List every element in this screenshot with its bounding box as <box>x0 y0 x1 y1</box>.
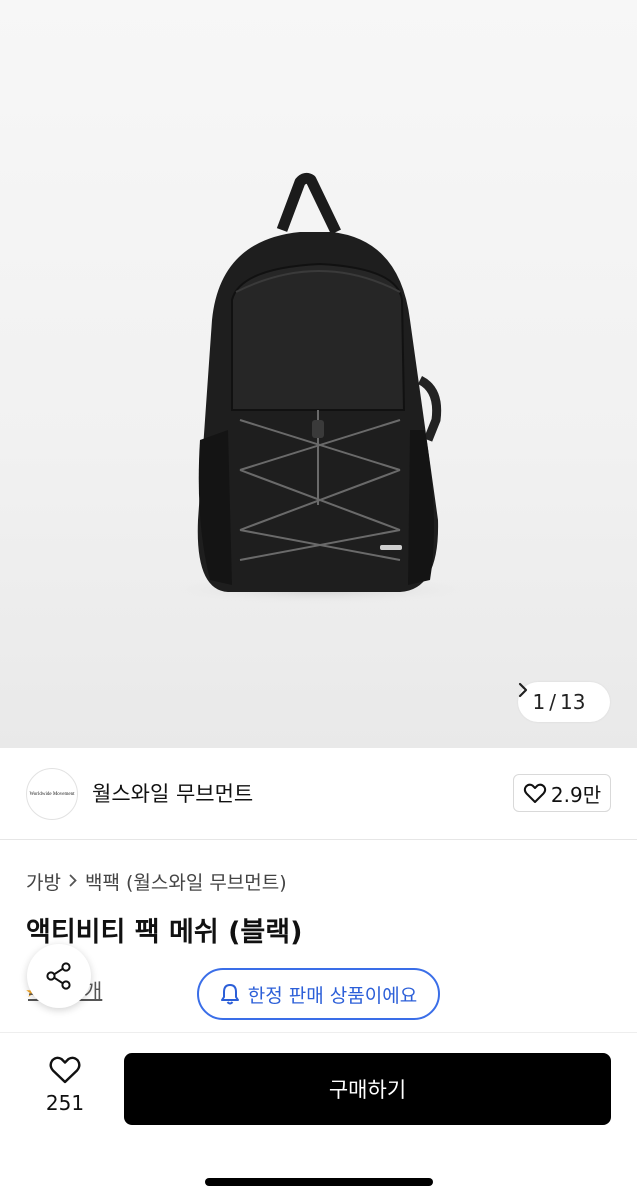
brand-name[interactable]: 월스와일 무브먼트 <box>92 778 253 808</box>
backpack-image <box>170 172 470 604</box>
heart-icon <box>523 783 547 803</box>
bottom-action-bar: 251 구매하기 <box>0 1032 637 1200</box>
pager-total: 13 <box>560 690 586 714</box>
product-title: 액티비티 팩 메쉬 (블랙) <box>26 917 303 948</box>
home-indicator <box>205 1178 433 1186</box>
brand-logo-text: Worldwide Movement <box>29 791 75 797</box>
product-image-gallery[interactable]: 1 / 13 <box>0 0 637 748</box>
chevron-right-icon <box>69 872 77 891</box>
brand-row: Worldwide Movement 월스와일 무브먼트 2.9만 <box>0 748 637 840</box>
limited-sale-badge[interactable]: 한정 판매 상품이에요 <box>197 968 440 1020</box>
brand-like-count: 2.9만 <box>550 782 602 807</box>
breadcrumb-subcategory[interactable]: 백팩 (월스와일 무브먼트) <box>85 868 287 895</box>
pager-current: 1 <box>532 690 546 714</box>
wish-button[interactable]: 251 <box>30 1055 100 1125</box>
share-button[interactable] <box>27 944 91 1008</box>
image-pager[interactable]: 1 / 13 <box>518 682 610 722</box>
brand-like-button[interactable]: 2.9만 <box>513 774 611 812</box>
breadcrumb: 가방 백팩 (월스와일 무브먼트) <box>26 868 287 895</box>
buy-button[interactable]: 구매하기 <box>124 1053 611 1125</box>
brand-logo[interactable]: Worldwide Movement <box>26 768 78 820</box>
limited-sale-text: 한정 판매 상품이에요 <box>247 984 418 1007</box>
breadcrumb-category[interactable]: 가방 <box>26 868 61 895</box>
share-icon <box>46 962 71 990</box>
wish-count: 251 <box>45 1091 85 1115</box>
pager-separator: / <box>549 690 557 714</box>
bell-icon <box>220 984 239 1005</box>
heart-icon <box>49 1056 81 1084</box>
